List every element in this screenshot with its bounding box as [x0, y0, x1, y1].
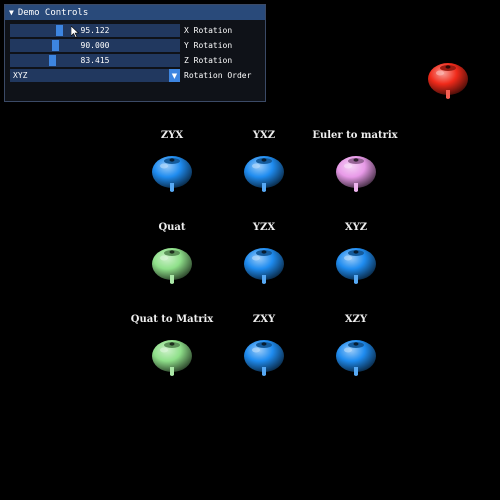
y-rotation-value: 90.000	[80, 41, 110, 50]
label-quat: Quat	[158, 222, 186, 233]
label-zxy: ZXY	[252, 314, 276, 325]
label-xzy: XZY	[344, 314, 368, 325]
rotation-order-row: XYZ ▼ Rotation Order	[10, 69, 251, 82]
mouse-cursor-icon	[71, 26, 79, 38]
label-euler-to-matrix: Euler to matrix	[312, 130, 398, 141]
object-yxz	[244, 156, 284, 192]
object-yzx	[244, 248, 284, 284]
label-yxz: YXZ	[252, 130, 276, 141]
y-rotation-label: Y Rotation	[184, 41, 233, 50]
combo-arrow-icon[interactable]: ▼	[169, 69, 180, 82]
rotation-order-label: Rotation Order	[184, 71, 252, 80]
z-rotation-row: 83.415 Z Rotation	[10, 54, 232, 67]
x-rotation-label: X Rotation	[184, 26, 233, 35]
z-rotation-label: Z Rotation	[184, 56, 233, 65]
label-quat-to-matrix: Quat to Matrix	[130, 314, 214, 325]
object-zxy	[244, 340, 284, 376]
x-rotation-slider[interactable]: 95.122	[10, 24, 180, 37]
panel-title-bar[interactable]: ▼ Demo Controls	[5, 5, 265, 20]
demo-controls-panel: ▼ Demo Controls 95.122 X Rotation 90.000…	[4, 4, 266, 102]
y-rotation-slider[interactable]: 90.000	[10, 39, 180, 52]
object-euler-to-matrix	[336, 156, 376, 192]
object-zyx	[152, 156, 192, 192]
x-rotation-row: 95.122 X Rotation	[10, 24, 232, 37]
reference-object	[428, 63, 468, 99]
object-quat	[152, 248, 192, 284]
rotation-order-value: XYZ	[13, 71, 28, 80]
y-rotation-row: 90.000 Y Rotation	[10, 39, 232, 52]
label-xyz: XYZ	[344, 222, 368, 233]
object-xzy	[336, 340, 376, 376]
panel-title: Demo Controls	[17, 7, 89, 18]
object-quat-to-matrix	[152, 340, 192, 376]
x-rotation-value: 95.122	[80, 26, 110, 35]
z-rotation-value: 83.415	[80, 56, 110, 65]
object-xyz	[336, 248, 376, 284]
label-zyx: ZYX	[160, 130, 184, 141]
collapse-triangle-icon[interactable]: ▼	[9, 8, 14, 17]
z-rotation-slider[interactable]: 83.415	[10, 54, 180, 67]
label-yzx: YZX	[252, 222, 276, 233]
rotation-order-combo[interactable]: XYZ ▼	[10, 69, 180, 82]
